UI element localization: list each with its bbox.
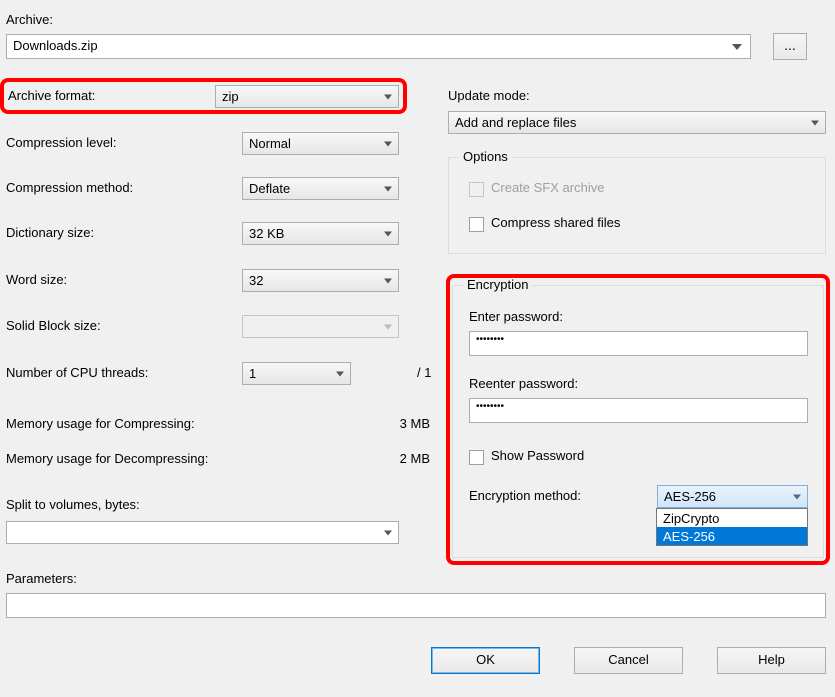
- options-fieldset: Options: [448, 157, 826, 254]
- chevron-down-icon: [811, 120, 819, 125]
- solid-block-size-label: Solid Block size:: [6, 318, 101, 333]
- word-size-value: 32: [249, 273, 263, 288]
- chevron-down-icon: [732, 44, 742, 50]
- reenter-password-label: Reenter password:: [469, 376, 578, 391]
- chevron-down-icon: [336, 371, 344, 376]
- compression-method-combo[interactable]: Deflate: [242, 177, 399, 200]
- split-volumes-label: Split to volumes, bytes:: [6, 497, 140, 512]
- help-button[interactable]: Help: [717, 647, 826, 674]
- dictionary-size-value: 32 KB: [249, 226, 284, 241]
- ellipsis-icon: ...: [784, 37, 796, 53]
- mem-decompress-label: Memory usage for Decompressing:: [6, 451, 208, 466]
- chevron-down-icon: [384, 186, 392, 191]
- enter-password-value: ••••••••: [476, 334, 504, 345]
- solid-block-size-combo: [242, 315, 399, 338]
- encryption-legend: Encryption: [463, 277, 532, 292]
- archive-label: Archive:: [6, 12, 53, 27]
- chevron-down-icon: [384, 324, 392, 329]
- mem-compress-label: Memory usage for Compressing:: [6, 416, 195, 431]
- archive-format-value: zip: [222, 89, 239, 104]
- chevron-down-icon: [793, 494, 801, 499]
- chevron-down-icon: [384, 530, 392, 535]
- update-mode-combo[interactable]: Add and replace files: [448, 111, 826, 134]
- compress-shared-label: Compress shared files: [491, 215, 620, 230]
- cpu-threads-max: / 1: [417, 365, 431, 380]
- compression-method-label: Compression method:: [6, 180, 133, 195]
- encryption-method-combo[interactable]: AES-256: [657, 485, 808, 508]
- encryption-method-value: AES-256: [664, 489, 716, 504]
- compression-level-combo[interactable]: Normal: [242, 132, 399, 155]
- archive-path-combo[interactable]: Downloads.zip: [6, 34, 751, 59]
- encryption-method-label: Encryption method:: [469, 488, 581, 503]
- mem-compress-value: 3 MB: [370, 416, 430, 431]
- parameters-input[interactable]: [6, 593, 826, 618]
- help-button-label: Help: [758, 652, 785, 667]
- compression-level-label: Compression level:: [6, 135, 117, 150]
- mem-decompress-value: 2 MB: [370, 451, 430, 466]
- create-sfx-label: Create SFX archive: [491, 180, 604, 195]
- show-password-checkbox[interactable]: [469, 450, 484, 465]
- word-size-label: Word size:: [6, 272, 67, 287]
- update-mode-value: Add and replace files: [455, 115, 576, 130]
- reenter-password-input[interactable]: ••••••••: [469, 398, 808, 423]
- reenter-password-value: ••••••••: [476, 401, 504, 412]
- cpu-threads-combo[interactable]: 1: [242, 362, 351, 385]
- create-sfx-checkbox: [469, 182, 484, 197]
- cancel-button[interactable]: Cancel: [574, 647, 683, 674]
- ok-button-label: OK: [476, 652, 495, 667]
- compress-shared-checkbox[interactable]: [469, 217, 484, 232]
- parameters-label: Parameters:: [6, 571, 77, 586]
- ok-button[interactable]: OK: [431, 647, 540, 674]
- chevron-down-icon: [384, 278, 392, 283]
- archive-format-combo[interactable]: zip: [215, 85, 399, 108]
- show-password-label: Show Password: [491, 448, 584, 463]
- word-size-combo[interactable]: 32: [242, 269, 399, 292]
- archive-path-value: Downloads.zip: [13, 38, 98, 53]
- dictionary-size-label: Dictionary size:: [6, 225, 94, 240]
- cancel-button-label: Cancel: [608, 652, 648, 667]
- encryption-option-aes256[interactable]: AES-256: [657, 527, 807, 545]
- chevron-down-icon: [384, 94, 392, 99]
- enter-password-label: Enter password:: [469, 309, 563, 324]
- chevron-down-icon: [384, 141, 392, 146]
- cpu-threads-label: Number of CPU threads:: [6, 365, 148, 380]
- split-volumes-combo[interactable]: [6, 521, 399, 544]
- chevron-down-icon: [384, 231, 392, 236]
- compression-method-value: Deflate: [249, 181, 290, 196]
- archive-format-label: Archive format:: [8, 88, 95, 103]
- encryption-option-zipcrypto[interactable]: ZipCrypto: [657, 509, 807, 527]
- update-mode-label: Update mode:: [448, 88, 530, 103]
- enter-password-input[interactable]: ••••••••: [469, 331, 808, 356]
- encryption-method-dropdown[interactable]: ZipCrypto AES-256: [656, 508, 808, 546]
- dictionary-size-combo[interactable]: 32 KB: [242, 222, 399, 245]
- cpu-threads-value: 1: [249, 366, 256, 381]
- browse-button[interactable]: ...: [773, 33, 807, 60]
- options-legend: Options: [459, 149, 512, 164]
- compression-level-value: Normal: [249, 136, 291, 151]
